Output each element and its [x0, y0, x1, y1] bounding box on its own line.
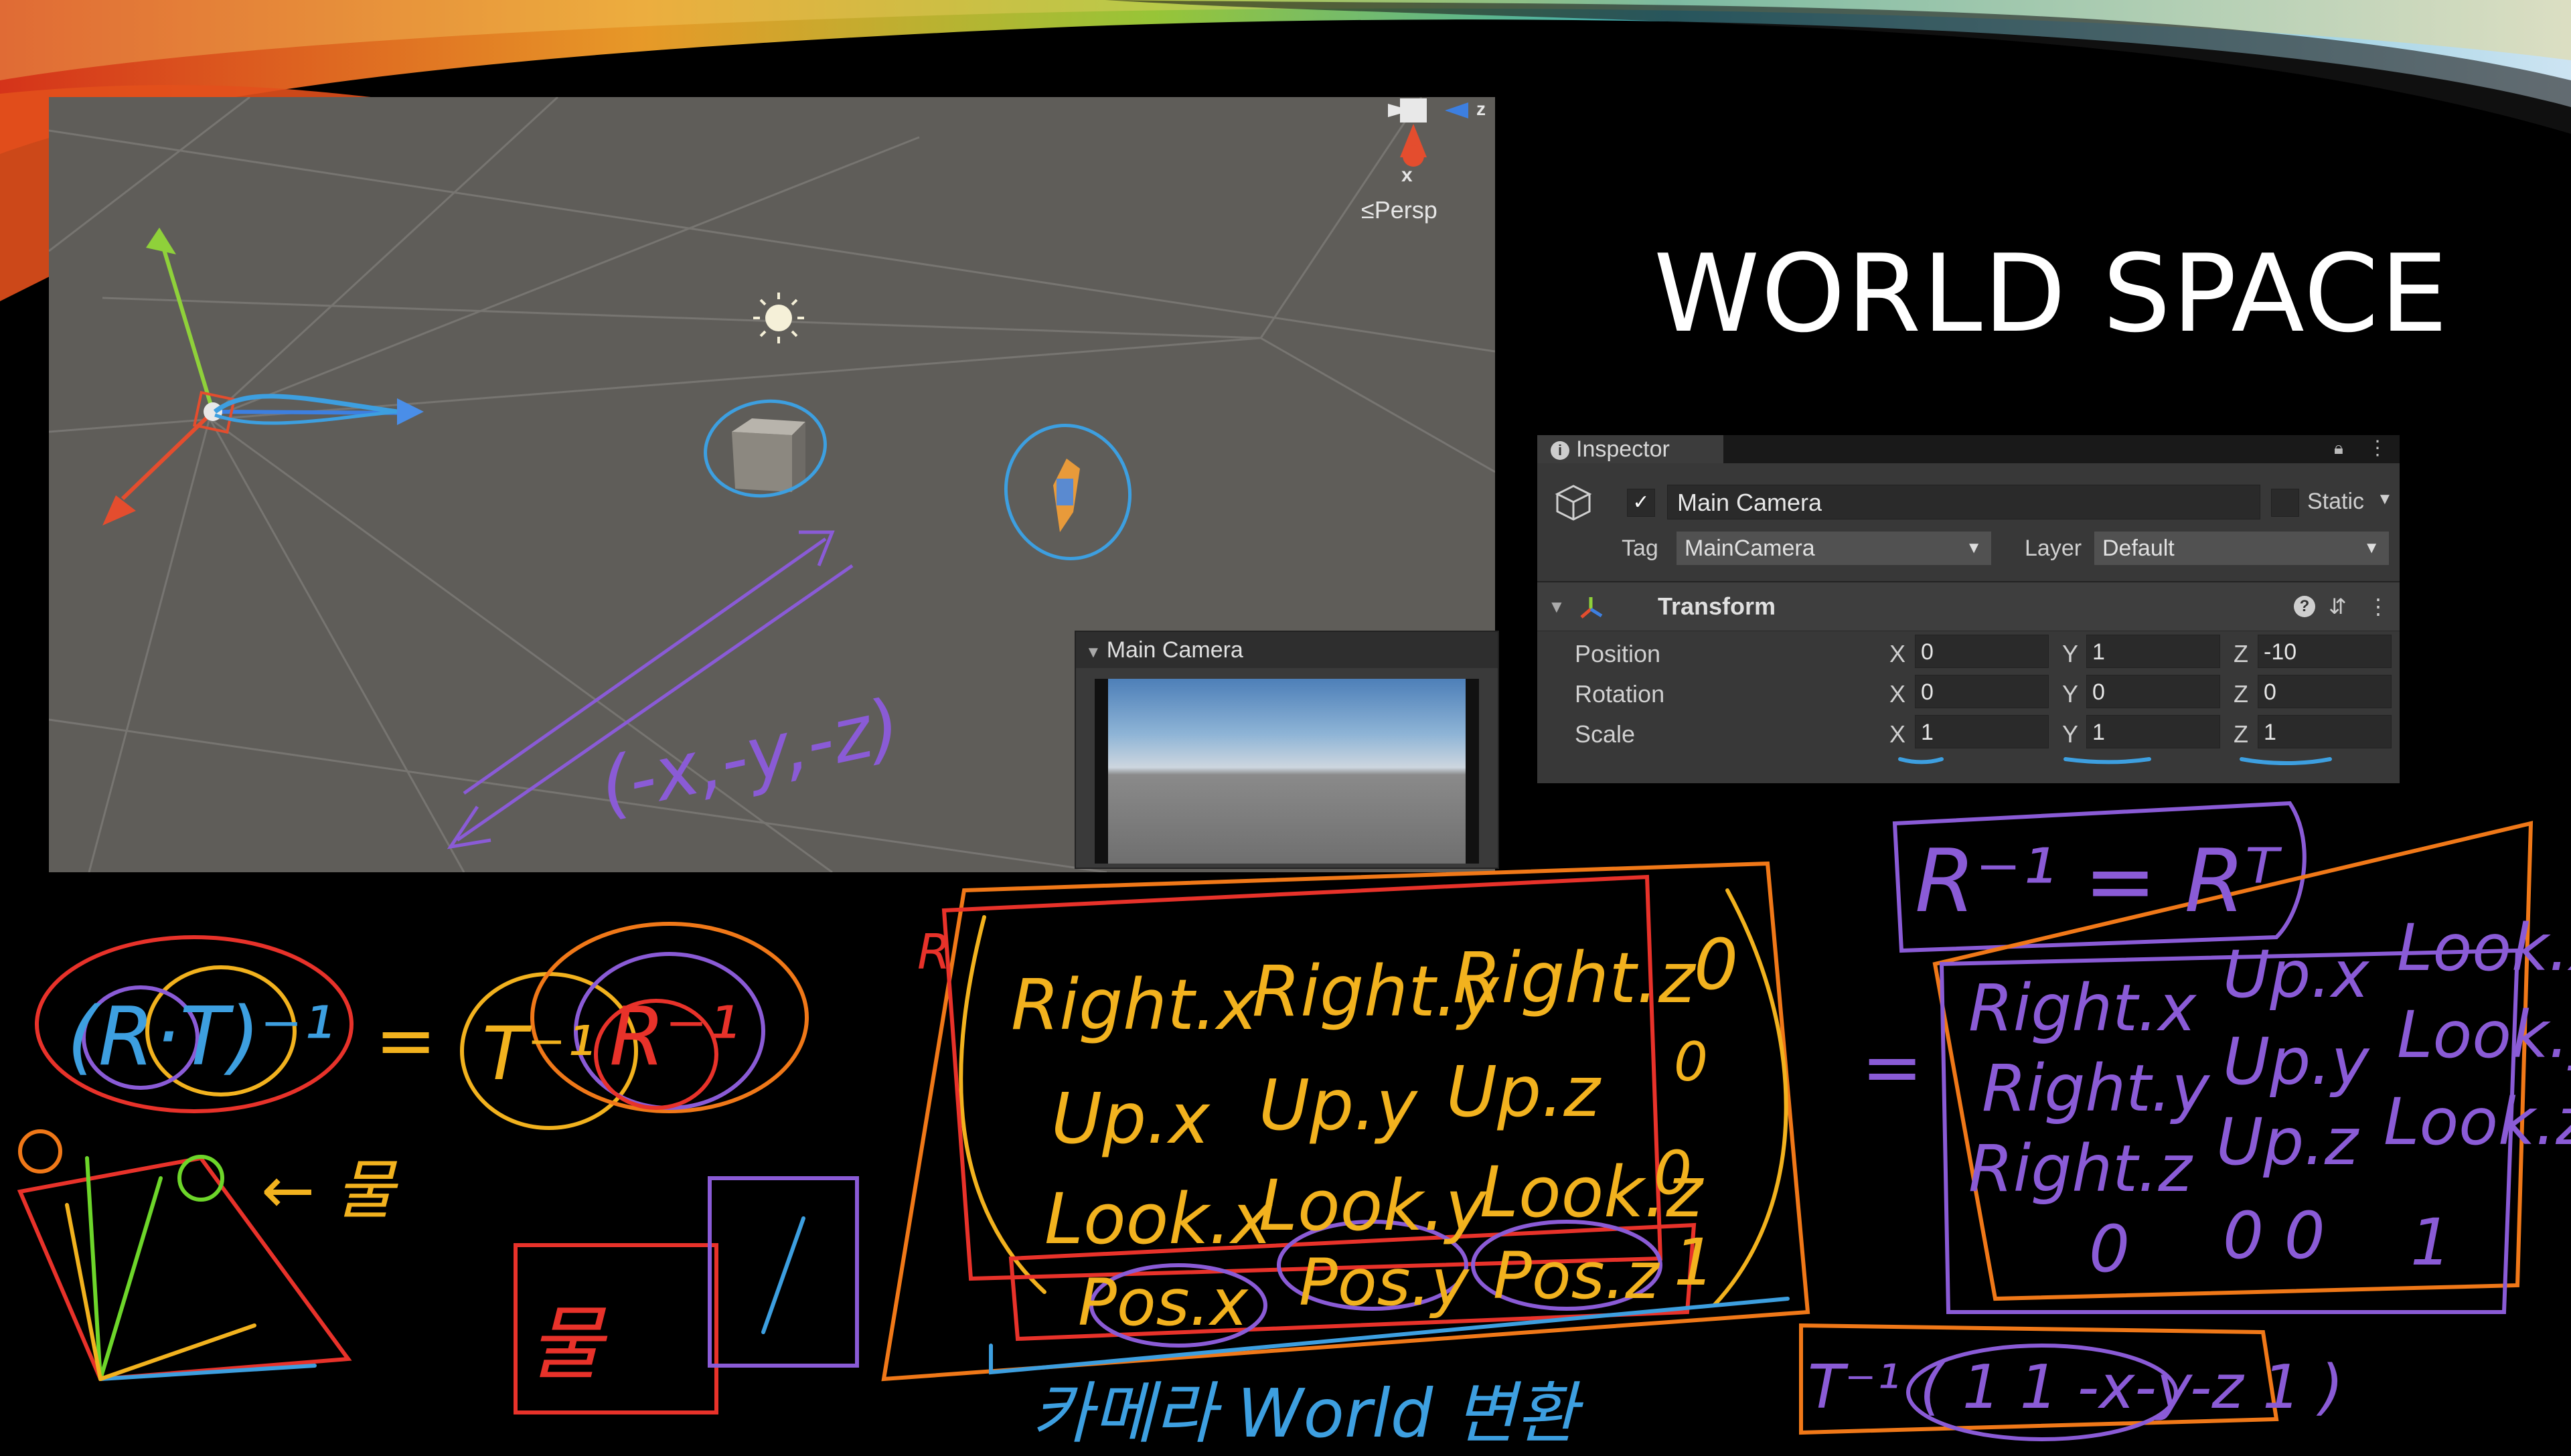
transposed-cell: Up.y: [2223, 1024, 2369, 1099]
transposed-cell: Right.y: [1982, 1051, 2210, 1126]
arrow-object-text: ← 물: [261, 1153, 395, 1228]
equals-text: =: [1861, 1024, 1924, 1110]
matrix-cell: 0: [1654, 1138, 1693, 1208]
matrix-cell: Pos.y: [1299, 1245, 1469, 1320]
transposed-cell: Right.z: [1968, 1131, 2192, 1206]
transposed-cell: Look.x: [2397, 910, 2571, 985]
matrix-cell: 0: [1674, 1031, 1708, 1093]
t-inverse-text: T⁻¹: [482, 1011, 596, 1097]
matrix-cell: 0: [1694, 924, 1739, 1005]
slide: ≤Persp x z (-x,-y,-z) ▼ Main Camera i Insp…: [0, 0, 2571, 1453]
matrix-cell: 1: [1674, 1225, 1715, 1300]
equals-text: =: [375, 997, 437, 1083]
rt-inverse-text: (R·T)⁻¹: [67, 991, 335, 1084]
transposed-cell: 0 0: [2223, 1198, 2325, 1273]
transposed-cell: Up.z: [2216, 1105, 2359, 1180]
matrix-cell: Pos.x: [1078, 1265, 1248, 1340]
transposed-cell: 1: [2410, 1205, 2452, 1280]
r-mark-text: R: [917, 924, 951, 980]
transposed-cell: Up.x: [2223, 937, 2369, 1012]
transposed-cell: 0: [2089, 1212, 2130, 1287]
matrix-cell: Right.z: [1453, 937, 1695, 1019]
matrix-cell: Look.x: [1044, 1178, 1273, 1260]
matrix-cell: Right.x: [1011, 964, 1258, 1046]
r-inverse-transpose-text: R⁻¹ = Rᵀ: [1915, 830, 2278, 932]
transposed-cell: Look.y: [2397, 997, 2571, 1072]
camera-world-caption: 카메라 World 변환: [1031, 1374, 1578, 1453]
matrix-cell: Pos.z: [1493, 1238, 1659, 1313]
transposed-cell: Look.z: [2384, 1084, 2571, 1159]
transposed-cell: Right.x: [1968, 971, 2197, 1046]
matrix-cell: Up.y: [1259, 1064, 1417, 1146]
matrix-cell: Look.y: [1259, 1165, 1487, 1246]
t-inverse-vector-text: T⁻¹ ( 1 1 -x-y-z 1 ): [1808, 1352, 2344, 1423]
box-object-text: 물: [529, 1298, 603, 1391]
r-inverse-text: R⁻¹: [609, 991, 740, 1084]
matrix-cell: Up.z: [1446, 1051, 1600, 1133]
matrix-cell: Up.x: [1051, 1078, 1210, 1159]
